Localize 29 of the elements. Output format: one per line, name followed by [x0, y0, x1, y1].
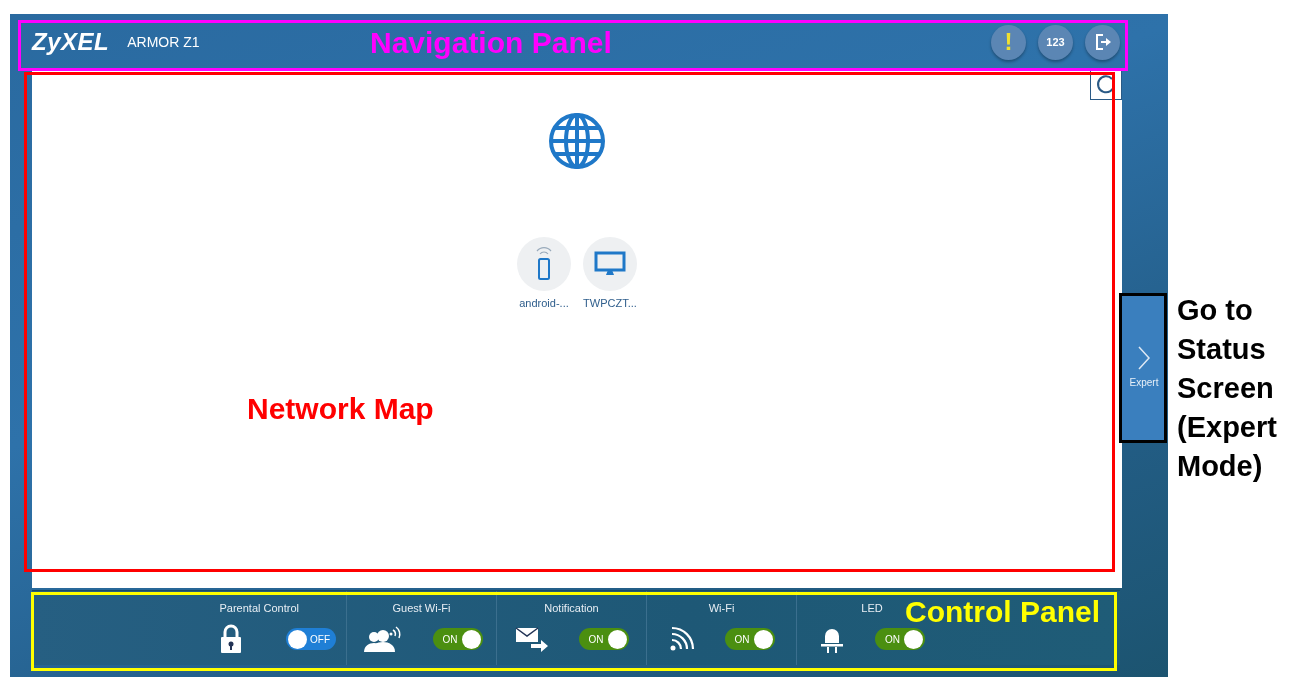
number-button[interactable]: 123 — [1038, 24, 1073, 60]
monitor-icon — [594, 251, 626, 277]
logo: ZyXEL — [32, 28, 110, 56]
toggle-switch[interactable]: OFF — [286, 628, 336, 650]
chevron-right-icon — [1137, 345, 1151, 371]
lock-icon — [220, 624, 242, 654]
control-label: Wi-Fi — [708, 602, 735, 616]
toggle-switch[interactable]: ON — [578, 628, 629, 650]
callout-label: Control Panel — [905, 595, 1100, 629]
toggle-switch[interactable]: ON — [875, 628, 925, 650]
control-label: Guest Wi-Fi — [392, 602, 451, 616]
logout-icon — [1093, 33, 1112, 51]
logout-button[interactable] — [1085, 24, 1120, 60]
control-label: Parental Control — [219, 602, 299, 616]
control-label: LED — [861, 602, 883, 616]
wifi-icon — [668, 626, 695, 652]
expert-tab[interactable]: Expert — [1122, 293, 1166, 440]
toggle-switch[interactable]: ON — [432, 628, 483, 650]
alert-button[interactable]: ! — [991, 24, 1026, 60]
globe-icon — [547, 111, 607, 171]
control-label: Notification — [544, 602, 599, 616]
mail-forward-icon — [514, 626, 549, 652]
toggle-switch[interactable]: ON — [724, 628, 775, 650]
callout-label: Go to Status Screen (Expert Mode) — [1177, 293, 1278, 484]
device-name: TWPCZT... — [583, 297, 637, 309]
device-name: android-... — [519, 297, 569, 309]
callout-label: Navigation Panel — [370, 26, 612, 60]
callout-label: Network Map — [247, 392, 434, 426]
model-name: ARMOR Z1 — [127, 34, 200, 50]
